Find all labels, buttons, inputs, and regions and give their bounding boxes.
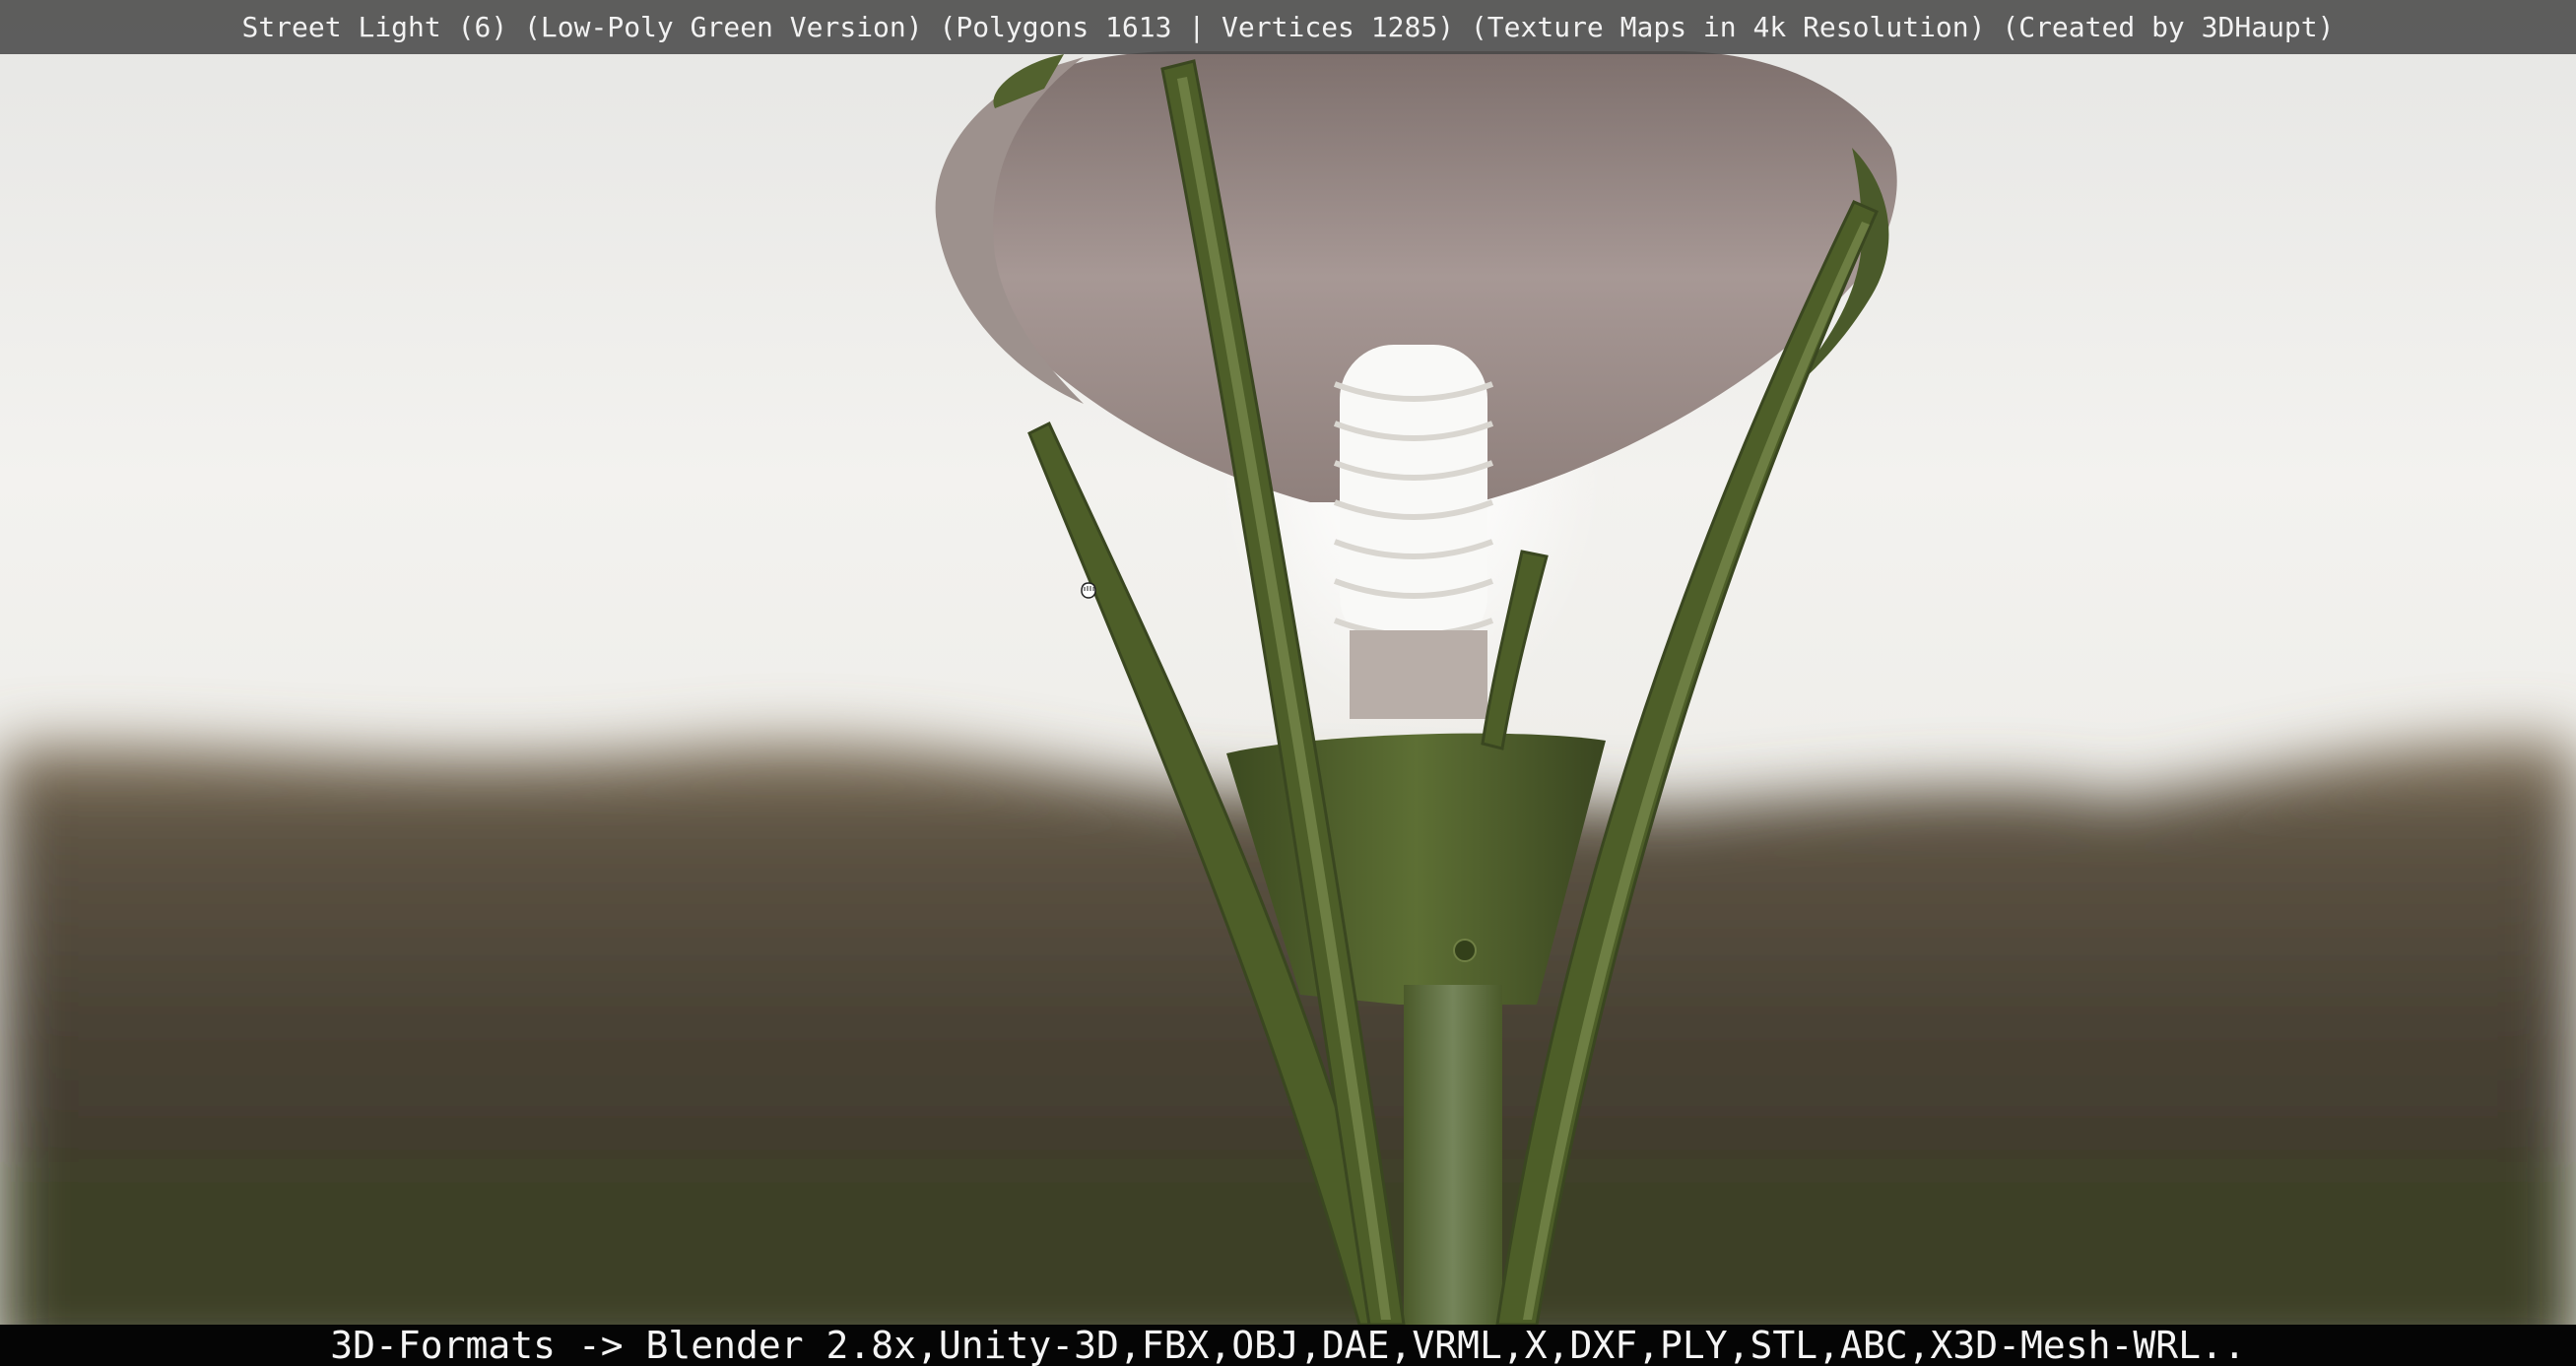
3d-scene-viewport[interactable]	[0, 0, 2576, 1366]
model-title-bar: Street Light (6) (Low-Poly Green Version…	[0, 0, 2576, 54]
grab-hand-icon	[1081, 582, 1096, 599]
model-viewer[interactable]: Street Light (6) (Low-Poly Green Version…	[0, 0, 2576, 1366]
formats-caption-bar: 3D-Formats -> Blender 2.8x,Unity-3D,FBX,…	[0, 1324, 2576, 1366]
lamp-bulb	[1333, 345, 1494, 719]
base-screw	[1453, 939, 1477, 962]
model-title: Street Light (6) (Low-Poly Green Version…	[241, 11, 2335, 43]
lamp-pole	[1404, 985, 1502, 1325]
formats-caption: 3D-Formats -> Blender 2.8x,Unity-3D,FBX,…	[330, 1324, 2246, 1366]
